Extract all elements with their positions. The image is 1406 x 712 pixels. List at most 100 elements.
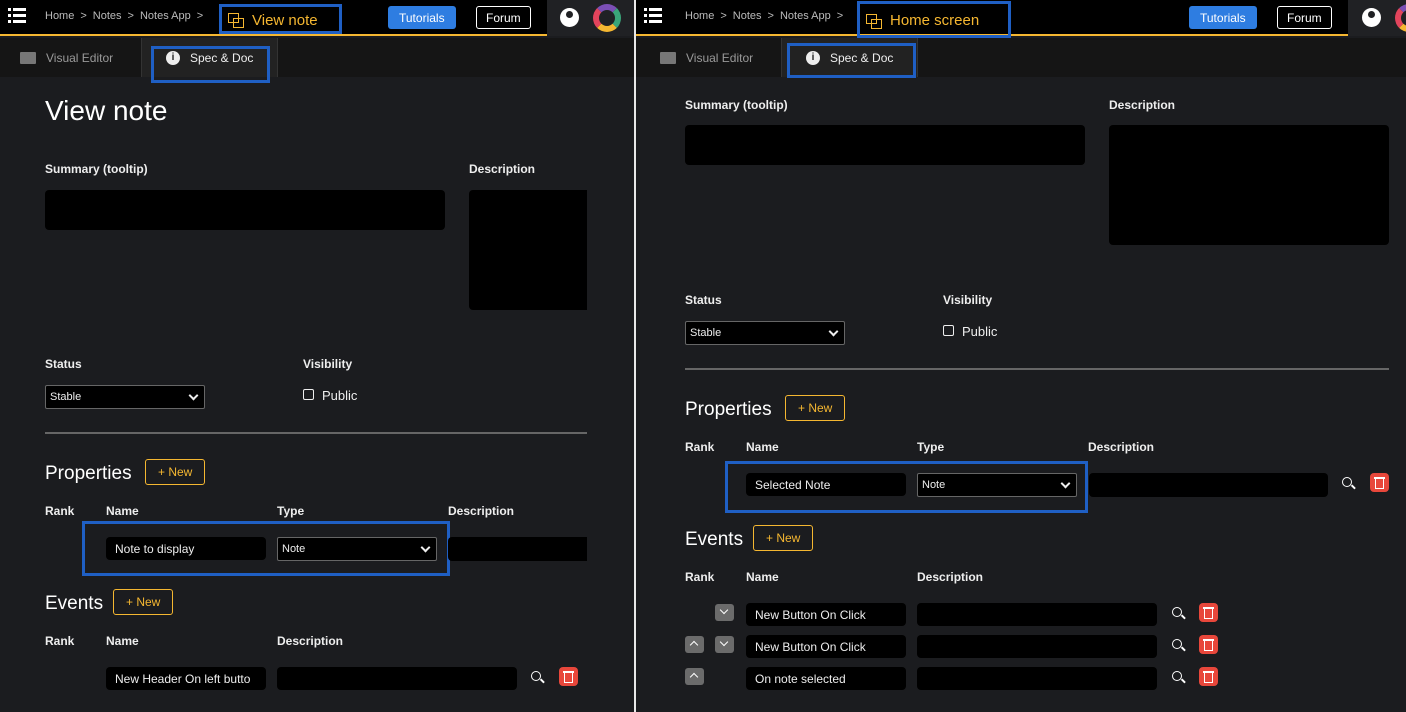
editor-tabs: Visual Editor iSpec & Doc — [0, 38, 634, 77]
tab-visual-editor[interactable]: Visual Editor — [660, 38, 780, 77]
new-event-button[interactable]: + New — [753, 525, 813, 551]
delete-button[interactable] — [559, 667, 578, 686]
col-description: Description — [917, 570, 983, 584]
public-label: Public — [322, 388, 357, 403]
description-label: Description — [1109, 98, 1175, 112]
col-description: Description — [277, 634, 343, 648]
current-page-label: Home screen — [890, 12, 979, 29]
new-property-button[interactable]: + New — [145, 459, 205, 485]
chevron-down-icon — [421, 543, 431, 553]
properties-heading: Properties — [685, 399, 772, 421]
move-down-button[interactable] — [715, 636, 734, 653]
new-event-button[interactable]: + New — [113, 589, 173, 615]
col-description: Description — [448, 504, 514, 518]
property-description-input[interactable] — [1089, 473, 1328, 497]
breadcrumb-home[interactable]: Home — [45, 10, 74, 22]
chevron-right-icon: > — [720, 10, 726, 22]
page-icon — [866, 14, 882, 28]
divider — [685, 368, 1389, 370]
col-name: Name — [106, 634, 139, 648]
breadcrumb-notes-app[interactable]: Notes App — [140, 10, 191, 22]
forum-button[interactable]: Forum — [476, 6, 531, 29]
folder-icon — [20, 52, 36, 64]
move-up-button[interactable] — [685, 668, 704, 685]
right-screen-panel: Home>Notes>Notes App> Home screen Tutori… — [636, 0, 1406, 712]
search-icon[interactable] — [1342, 477, 1352, 487]
delete-button[interactable] — [1199, 667, 1218, 686]
tutorials-button[interactable]: Tutorials — [388, 6, 456, 29]
event-description-input[interactable] — [917, 667, 1157, 690]
col-description: Description — [1088, 440, 1154, 454]
search-icon[interactable] — [1172, 639, 1182, 649]
chevron-down-icon — [189, 391, 199, 401]
delete-button[interactable] — [1370, 473, 1389, 492]
col-rank: Rank — [45, 634, 74, 648]
event-description-input[interactable] — [917, 603, 1157, 626]
highlight-box — [151, 46, 270, 83]
menu-icon[interactable] — [644, 8, 662, 24]
breadcrumb-home[interactable]: Home — [685, 10, 714, 22]
col-type: Type — [917, 440, 944, 454]
property-name-input[interactable]: Note to display — [106, 537, 266, 560]
status-value: Stable — [690, 327, 721, 339]
editor-tabs: Visual Editor iSpec & Doc — [636, 38, 1406, 77]
summary-input[interactable] — [685, 125, 1085, 165]
user-account-icon[interactable] — [560, 8, 579, 27]
col-rank: Rank — [45, 504, 74, 518]
search-icon[interactable] — [1172, 671, 1182, 681]
delete-button[interactable] — [1199, 603, 1218, 622]
left-screen-panel: Home>Notes>Notes App> View note Tutorial… — [0, 0, 634, 712]
breadcrumb-current[interactable]: View note — [219, 4, 342, 34]
col-name: Name — [746, 440, 779, 454]
status-select[interactable]: Stable — [685, 321, 845, 345]
status-label: Status — [685, 293, 722, 307]
tab-visual-editor[interactable]: Visual Editor — [20, 38, 140, 77]
search-icon[interactable] — [531, 671, 541, 681]
folder-icon — [660, 52, 676, 64]
event-description-input[interactable] — [277, 667, 517, 690]
tab-label: Visual Editor — [46, 51, 113, 65]
description-input[interactable] — [1109, 125, 1389, 245]
visibility-label: Visibility — [303, 357, 352, 371]
public-checkbox[interactable] — [943, 325, 954, 336]
delete-button[interactable] — [1199, 635, 1218, 654]
panel-edge — [587, 77, 634, 712]
status-select[interactable]: Stable — [45, 385, 205, 409]
header-icons — [1348, 0, 1406, 36]
move-up-button[interactable] — [685, 636, 704, 653]
event-name-input[interactable]: New Header On left butto — [106, 667, 266, 690]
chevron-right-icon: > — [197, 10, 203, 22]
app-logo-icon — [1395, 4, 1406, 32]
public-checkbox[interactable] — [303, 389, 314, 400]
property-type-select[interactable]: Note — [277, 537, 437, 561]
property-name-input[interactable]: Selected Note — [746, 473, 906, 496]
breadcrumb-notes[interactable]: Notes — [93, 10, 122, 22]
search-icon[interactable] — [1172, 607, 1182, 617]
breadcrumb-notes-app[interactable]: Notes App — [780, 10, 831, 22]
highlight-box — [787, 43, 916, 78]
forum-button[interactable]: Forum — [1277, 6, 1332, 29]
breadcrumb-notes[interactable]: Notes — [733, 10, 762, 22]
property-type-select[interactable]: Note — [917, 473, 1077, 497]
move-down-button[interactable] — [715, 604, 734, 621]
page-title: View note — [45, 95, 167, 127]
new-property-button[interactable]: + New — [785, 395, 845, 421]
type-value: Note — [282, 543, 305, 555]
user-account-icon[interactable] — [1362, 8, 1381, 27]
tutorials-button[interactable]: Tutorials — [1189, 6, 1257, 29]
app-logo-icon — [593, 4, 621, 32]
tab-label: Visual Editor — [686, 51, 753, 65]
menu-icon[interactable] — [8, 8, 26, 24]
divider — [45, 432, 587, 434]
summary-input[interactable] — [45, 190, 445, 230]
breadcrumb: Home>Notes>Notes App> — [45, 10, 209, 22]
event-name-input[interactable]: On note selected — [746, 667, 906, 690]
public-label: Public — [962, 324, 997, 339]
status-label: Status — [45, 357, 82, 371]
event-name-input[interactable]: New Button On Click — [746, 635, 906, 658]
breadcrumb-current[interactable]: Home screen — [857, 1, 1011, 38]
visibility-label: Visibility — [943, 293, 992, 307]
event-name-input[interactable]: New Button On Click — [746, 603, 906, 626]
event-description-input[interactable] — [917, 635, 1157, 658]
chevron-right-icon: > — [768, 10, 774, 22]
